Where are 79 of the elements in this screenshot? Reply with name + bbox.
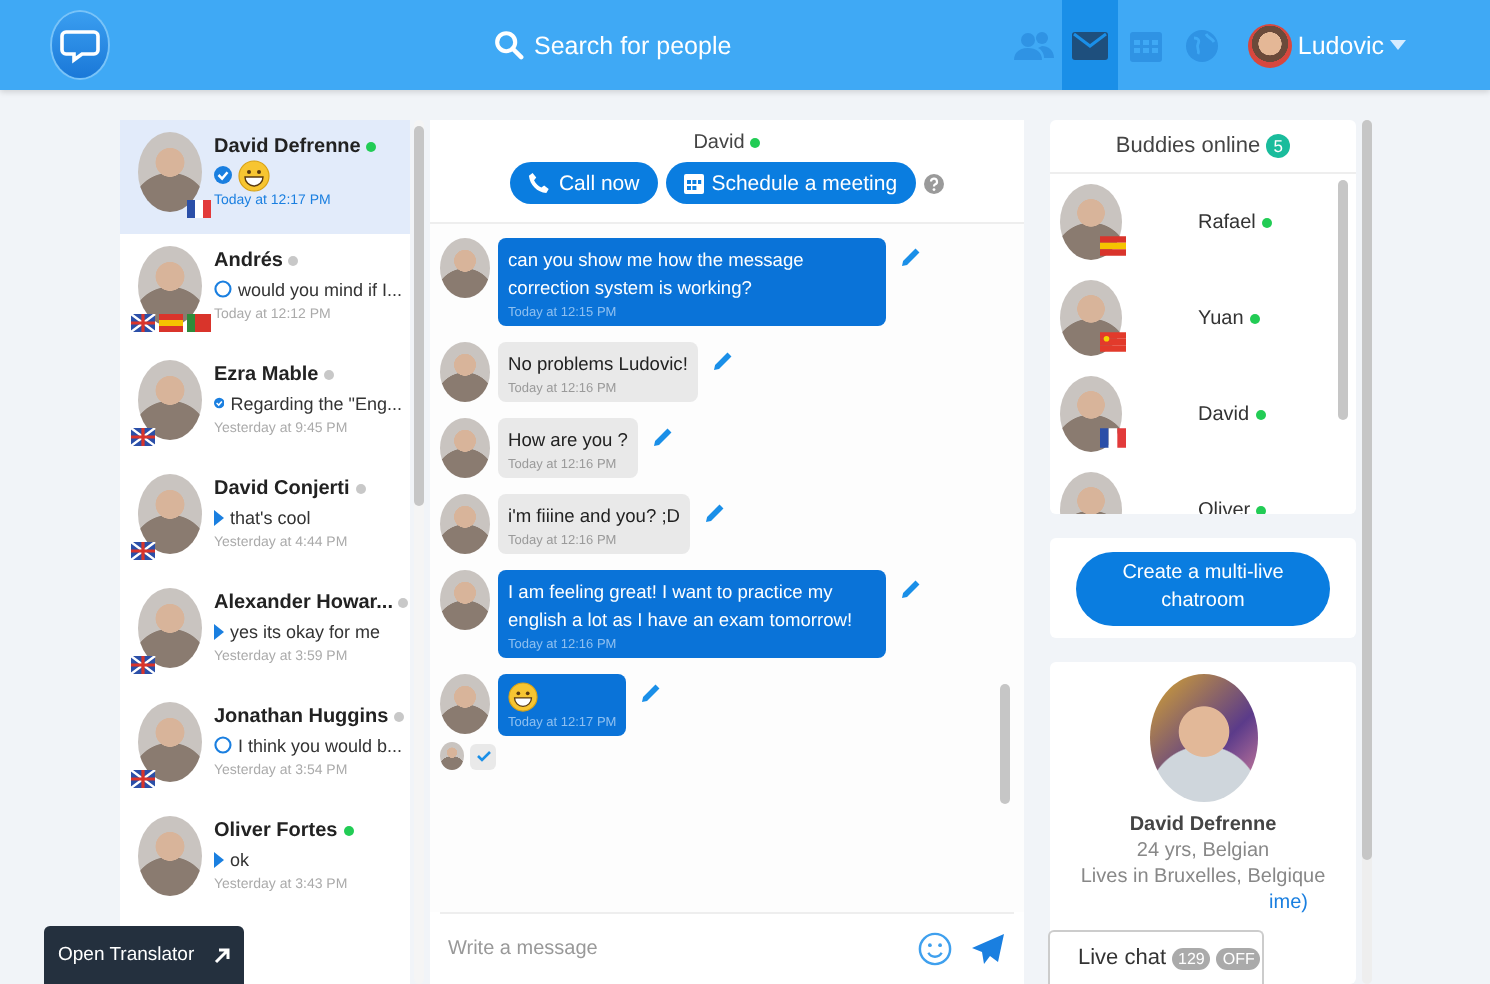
scrollbar-thumb[interactable] [1362, 120, 1372, 860]
profile-name: David Defrenne [1129, 814, 1277, 838]
count-badge: 129 [1172, 947, 1211, 969]
avatar [440, 418, 490, 478]
profile-details: 24 yrs, Belgian [1136, 840, 1270, 864]
schedule-button[interactable]: Schedule a meeting [665, 162, 916, 204]
avatar [1060, 184, 1122, 260]
buddy-name: David [1198, 403, 1250, 425]
avatar [440, 494, 490, 554]
message-text: How are you ? [508, 428, 628, 454]
smiley-icon[interactable] [918, 932, 952, 966]
user-avatar[interactable] [1247, 23, 1292, 67]
avatar [138, 360, 202, 440]
help-icon[interactable] [923, 173, 944, 193]
search-icon[interactable] [494, 30, 524, 60]
message-preview: yes its okay for me [230, 621, 381, 641]
message-preview: would you mind if I... [237, 279, 402, 299]
avatar [440, 674, 490, 734]
message-input[interactable]: Write a message [440, 938, 898, 960]
buddies-title: Buddies online [1115, 134, 1261, 158]
avatar [1060, 376, 1122, 452]
live-chat-bar[interactable]: Live chat 129 OFF [1048, 930, 1264, 984]
avatar [440, 342, 490, 402]
message-preview: that's cool [230, 507, 311, 527]
buddy-name: Yuan [1198, 307, 1244, 329]
message-text: I am feeling great! I want to practice my english a lot as I have an exam tomorrow! [508, 580, 855, 634]
avatar [1060, 280, 1122, 356]
pencil-icon[interactable] [902, 248, 920, 266]
call-button[interactable]: Call now [510, 162, 658, 204]
grinning-face-icon [508, 682, 538, 712]
mail-tab[interactable] [1061, 0, 1118, 90]
chat-bubble-logo-icon[interactable] [52, 12, 108, 78]
message-text: can you show me how the message correction system is working? [508, 248, 806, 302]
message-preview: I think you would b... [237, 735, 402, 755]
avatar [138, 474, 202, 554]
pencil-icon[interactable] [713, 352, 732, 370]
pencil-icon[interactable] [706, 504, 725, 522]
open-translator-button[interactable]: Open Translator [44, 926, 244, 984]
avatar [138, 132, 202, 212]
contact-name: David Conjerti [214, 478, 350, 500]
avatar [440, 742, 464, 770]
send-icon[interactable] [972, 933, 1004, 965]
pencil-icon[interactable] [653, 428, 672, 446]
contact-name: Oliver Fortes [214, 820, 338, 842]
pencil-icon[interactable] [642, 684, 661, 702]
buddy-item[interactable]: David [1060, 366, 1330, 462]
profile-link[interactable]: ime) [1269, 892, 1308, 916]
contact-name: David Defrenne [214, 136, 361, 158]
scrollbar-thumb[interactable] [414, 126, 424, 506]
scrollbar-thumb[interactable] [1338, 180, 1348, 420]
message-text: No problems Ludovic! [508, 352, 688, 378]
partner-name: David [693, 132, 745, 154]
buddy-item[interactable]: Yuan [1060, 270, 1330, 366]
envelope-icon[interactable] [1071, 31, 1108, 59]
avatar [138, 702, 202, 782]
search-field[interactable]: Search for people [494, 30, 794, 60]
contact-name: Alexander Howar... [214, 592, 393, 614]
profile-location: Lives in Bruxelles, Belgique [1080, 866, 1326, 890]
create-chatroom-button[interactable]: Create a multi-live chatroom [1076, 551, 1330, 625]
scrollbar-thumb[interactable] [1000, 684, 1010, 804]
message-text: i'm fiiine and you? ;D [508, 504, 681, 530]
contact-name: Jonathan Huggins [214, 706, 389, 728]
avatar [138, 588, 202, 668]
avatar [440, 238, 490, 298]
caret-icon[interactable] [1390, 40, 1406, 50]
buddy-name: Rafael [1198, 211, 1256, 233]
contact-name: Ezra Mable [214, 364, 319, 386]
pencil-icon[interactable] [902, 580, 920, 598]
message-preview: Regarding the "Eng... [230, 393, 402, 413]
contact-name: Andrés [214, 250, 283, 272]
message-preview: ok [230, 849, 250, 869]
external-arrow-icon [214, 947, 230, 963]
avatar [440, 570, 490, 630]
avatar [138, 816, 202, 896]
phone-icon [528, 172, 551, 194]
count-badge: 5 [1266, 134, 1291, 158]
live-chat-label: Live chat [1078, 946, 1167, 970]
calendar-icon [683, 172, 704, 194]
buddy-item[interactable]: Rafael [1060, 174, 1330, 270]
